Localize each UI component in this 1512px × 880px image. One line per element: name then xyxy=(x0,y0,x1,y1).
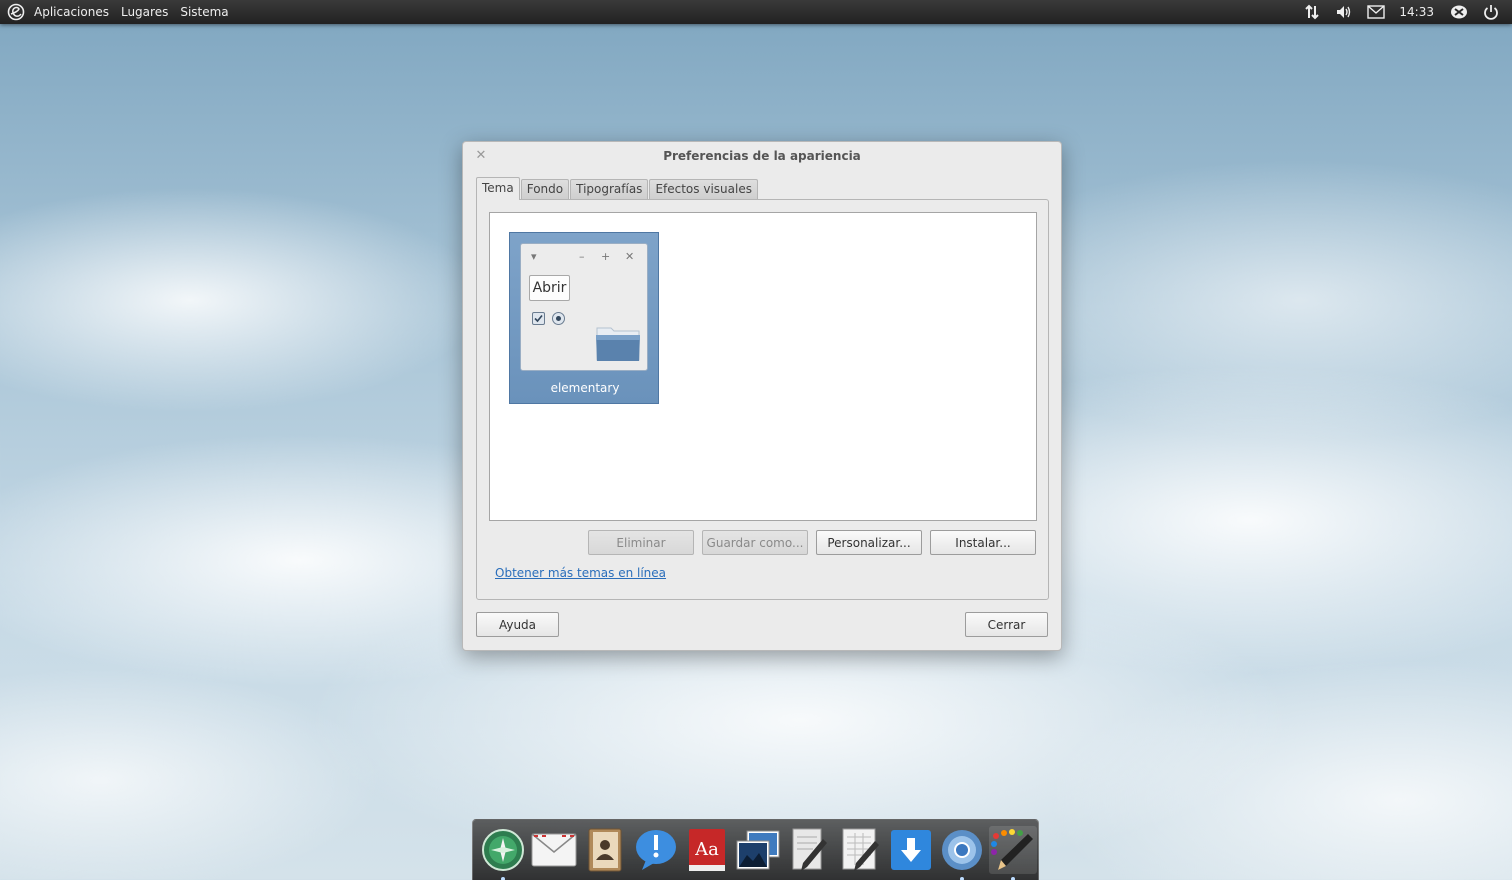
volume-icon[interactable] xyxy=(1333,1,1355,23)
dialog-title: Preferencias de la apariencia xyxy=(663,149,861,163)
elementary-logo-icon[interactable] xyxy=(6,2,26,22)
more-themes-link[interactable]: Obtener más temas en línea xyxy=(495,566,666,580)
theme-name: elementary xyxy=(550,381,620,395)
menu-sistema[interactable]: Sistema xyxy=(180,5,228,19)
downloads-icon[interactable] xyxy=(887,826,935,874)
mail-icon[interactable] xyxy=(530,826,578,874)
maximize-icon: + xyxy=(601,250,611,263)
dialog-titlebar[interactable]: ✕ Preferencias de la apariencia xyxy=(463,142,1061,170)
network-icon[interactable] xyxy=(1301,1,1323,23)
power-icon[interactable] xyxy=(1480,1,1502,23)
web-browser-icon[interactable] xyxy=(479,826,527,880)
theme-item-elementary[interactable]: ▾ – + ✕ Abrir elementary xyxy=(509,232,659,404)
messaging-icon[interactable] xyxy=(632,826,680,874)
menu-lugares[interactable]: Lugares xyxy=(121,5,168,19)
mail-icon[interactable] xyxy=(1365,1,1387,23)
instalar-button[interactable]: Instalar... xyxy=(930,530,1036,555)
dock: Aa xyxy=(472,819,1039,880)
contacts-icon[interactable] xyxy=(581,826,629,874)
tab-bar: Tema Fondo Tipografías Efectos visuales xyxy=(476,177,759,200)
cerrar-button[interactable]: Cerrar xyxy=(965,612,1048,637)
preview-button: Abrir xyxy=(529,275,570,301)
appearance-icon[interactable] xyxy=(988,826,1037,880)
tab-tema[interactable]: Tema xyxy=(476,177,520,200)
folder-icon xyxy=(595,324,641,362)
theme-list[interactable]: ▾ – + ✕ Abrir elementary xyxy=(489,212,1037,521)
clock[interactable]: 14:33 xyxy=(1399,5,1434,19)
chromium-icon[interactable] xyxy=(938,826,986,880)
minimize-icon: – xyxy=(579,250,585,263)
menu-aplicaciones[interactable]: Aplicaciones xyxy=(34,5,109,19)
svg-text:Aa: Aa xyxy=(694,839,719,860)
photos-icon[interactable] xyxy=(734,826,782,874)
close-icon: ✕ xyxy=(625,250,635,263)
tab-tipografias[interactable]: Tipografías xyxy=(570,179,649,199)
appearance-preferences-dialog: ✕ Preferencias de la apariencia Tema Fon… xyxy=(462,141,1062,651)
tab-panel-tema: ▾ – + ✕ Abrir elementary Eliminar Guarda… xyxy=(476,199,1049,600)
chevron-down-icon: ▾ xyxy=(531,250,537,263)
ayuda-button[interactable]: Ayuda xyxy=(476,612,559,637)
guardar-como-button[interactable]: Guardar como... xyxy=(702,530,808,555)
top-panel: Aplicaciones Lugares Sistema 14:33 xyxy=(0,0,1512,24)
close-icon[interactable]: ✕ xyxy=(473,147,489,163)
theme-preview: ▾ – + ✕ Abrir xyxy=(520,243,648,371)
text-editor-icon[interactable] xyxy=(785,826,833,874)
radio-icon xyxy=(552,312,565,325)
user-icon[interactable] xyxy=(1448,1,1470,23)
tab-fondo[interactable]: Fondo xyxy=(520,179,570,199)
checkbox-icon xyxy=(532,312,545,325)
eliminar-button[interactable]: Eliminar xyxy=(588,530,694,555)
office-writer-icon[interactable] xyxy=(836,826,884,874)
tab-efectos-visuales[interactable]: Efectos visuales xyxy=(649,179,758,199)
dictionary-icon[interactable]: Aa xyxy=(683,826,731,874)
personalizar-button[interactable]: Personalizar... xyxy=(816,530,922,555)
